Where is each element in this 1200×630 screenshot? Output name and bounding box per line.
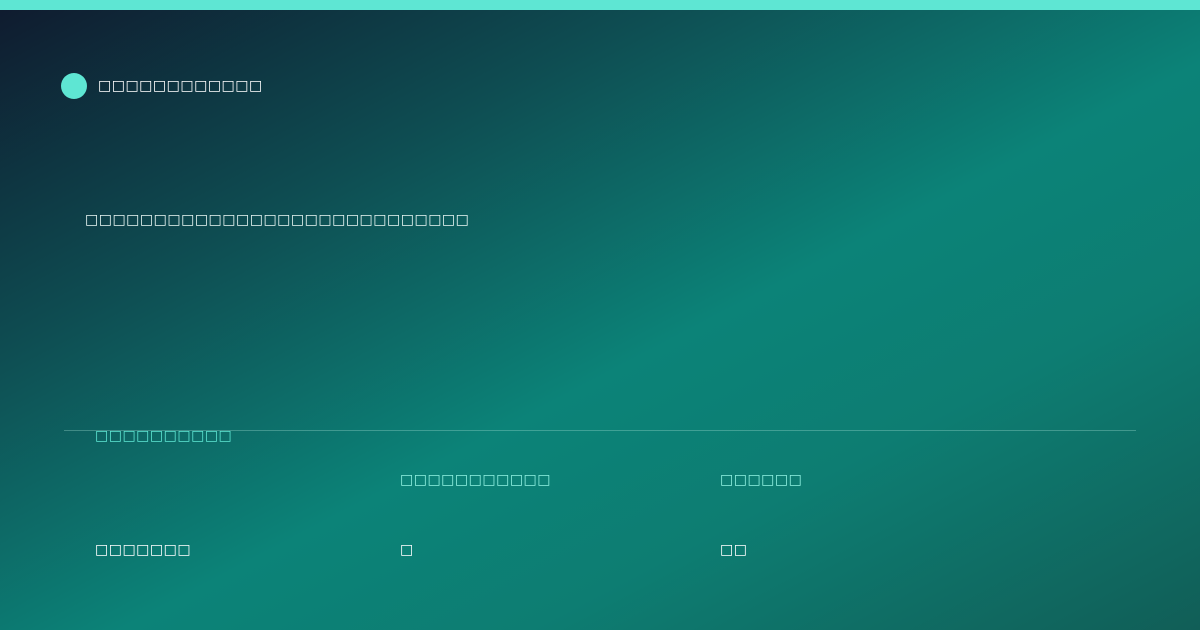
table-cell: □□	[720, 542, 748, 558]
table-row-label: □□□□□□□	[95, 542, 192, 558]
brand-name: □□□□□□□□□□□□	[98, 78, 263, 94]
headline: □□□□□□□□□□□□□□□□□□□□□□□□□□□□	[85, 212, 470, 228]
brand-logo-dot	[61, 73, 87, 99]
top-accent-bar	[0, 0, 1200, 10]
table-column-header: □□□□□□	[720, 472, 803, 488]
table-cell: □	[400, 542, 414, 558]
brand: □□□□□□□□□□□□	[61, 73, 263, 99]
table-column-header: □□□□□□□□□□□	[400, 472, 552, 488]
table-section-label: □□□□□□□□□□	[95, 428, 233, 444]
